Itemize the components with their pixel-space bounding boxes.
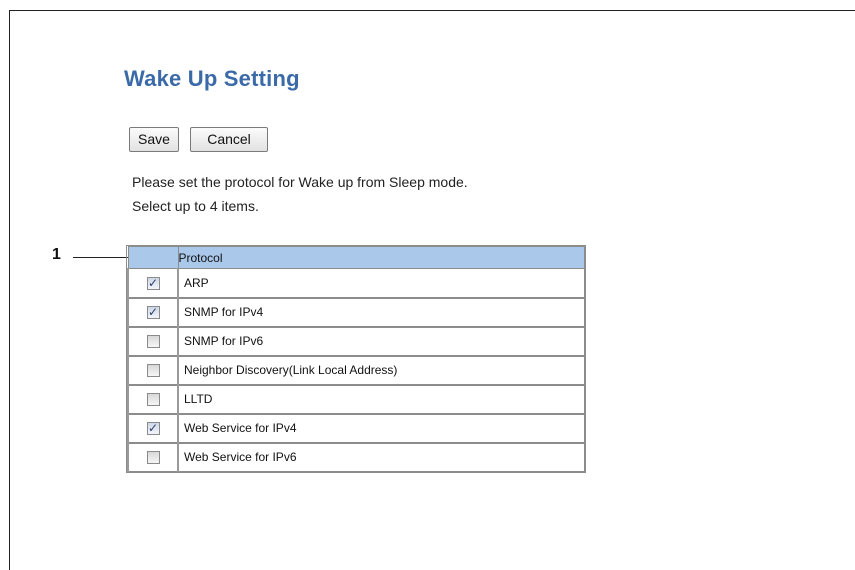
- save-button[interactable]: Save: [129, 127, 179, 152]
- protocol-label: Web Service for IPv4: [177, 412, 585, 443]
- checkbox-cell: ✓: [127, 412, 179, 443]
- checkbox-column-header: [127, 246, 179, 269]
- table-row: SNMP for IPv6: [127, 325, 585, 356]
- table-header-row: Protocol: [127, 246, 585, 269]
- checkbox-checked[interactable]: ✓: [146, 275, 160, 290]
- protocol-table-body: ✓ ARP ✓ SNMP for IPv4 SNMP for IPv6 Neighbor …: [127, 268, 585, 472]
- protocol-column-header: Protocol: [177, 246, 585, 269]
- checkmark-icon: ✓: [147, 305, 159, 320]
- protocol-label: SNMP for IPv4: [177, 296, 585, 327]
- checkbox-unchecked[interactable]: [146, 335, 160, 349]
- checkbox-checked[interactable]: ✓: [146, 305, 160, 320]
- checkmark-icon: ✓: [147, 421, 159, 436]
- checkbox-checked[interactable]: ✓: [146, 421, 160, 436]
- checkbox-unchecked[interactable]: [146, 364, 160, 378]
- protocol-label: SNMP for IPv6: [177, 325, 585, 356]
- table-row: Neighbor Discovery(Link Local Address): [127, 354, 585, 385]
- checkbox-cell: [127, 383, 179, 414]
- instruction-text: Please set the protocol for Wake up from…: [132, 174, 468, 190]
- table-row: LLTD: [127, 383, 585, 414]
- table-row: ✓ ARP: [127, 268, 585, 298]
- table-row: ✓ SNMP for IPv4: [127, 296, 585, 327]
- protocol-table: Protocol ✓ ARP ✓ SNMP for IPv4 SNMP for IPv6…: [126, 245, 586, 473]
- protocol-label: Neighbor Discovery(Link Local Address): [177, 354, 585, 385]
- checkbox-cell: [127, 354, 179, 385]
- protocol-label: LLTD: [177, 383, 585, 414]
- checkbox-unchecked[interactable]: [146, 393, 160, 407]
- checkbox-unchecked[interactable]: [146, 451, 160, 465]
- checkbox-cell: [127, 325, 179, 356]
- checkbox-cell: [127, 441, 179, 472]
- table-row: Web Service for IPv6: [127, 441, 585, 472]
- instruction-limit-text: Select up to 4 items.: [132, 198, 259, 214]
- cancel-button[interactable]: Cancel: [190, 127, 268, 152]
- protocol-label: Web Service for IPv6: [177, 441, 585, 472]
- checkbox-cell: ✓: [127, 268, 179, 298]
- protocol-label: ARP: [177, 268, 585, 298]
- page-title: Wake Up Setting: [124, 66, 300, 91]
- checkmark-icon: ✓: [147, 275, 159, 290]
- callout-number: 1: [52, 246, 61, 263]
- checkbox-cell: ✓: [127, 296, 179, 327]
- table-row: ✓ Web Service for IPv4: [127, 412, 585, 443]
